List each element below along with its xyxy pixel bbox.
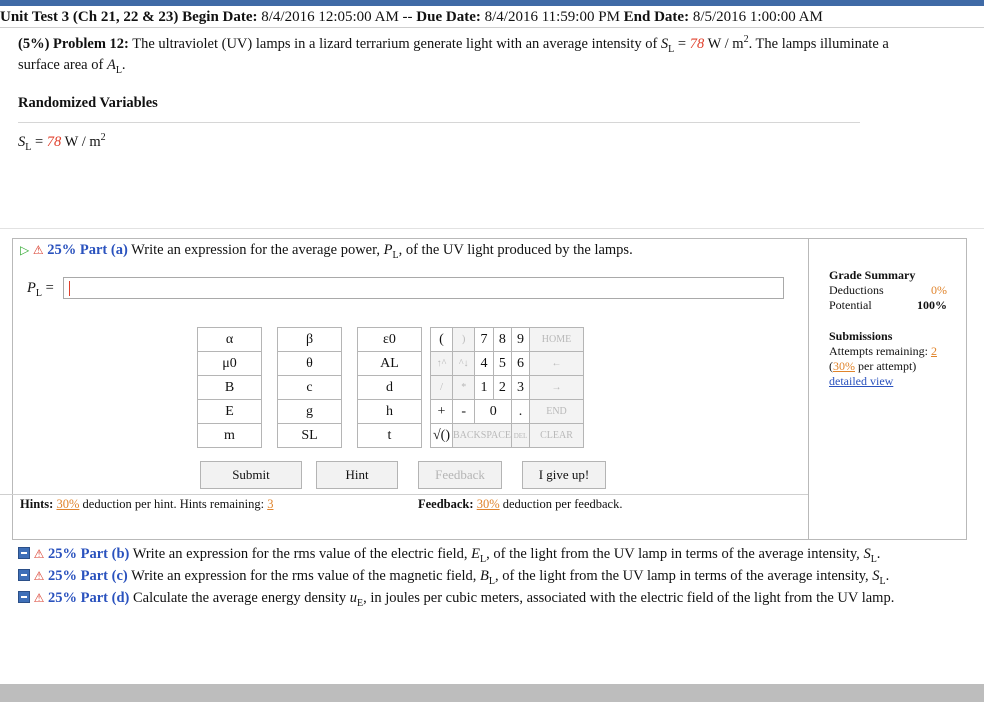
key-end[interactable]: END xyxy=(529,399,584,424)
divider xyxy=(0,494,808,495)
part-a-header: ▷ ⚠ 25% Part (a) Write an expression for… xyxy=(20,242,633,261)
key-5[interactable]: 5 xyxy=(492,351,513,376)
part-a-label: 25% Part (a) xyxy=(47,242,128,258)
key-mu0[interactable]: μ0 xyxy=(197,351,262,376)
begin-date: 8/4/2016 12:05:00 AM xyxy=(261,9,399,25)
key-plus[interactable]: + xyxy=(430,399,453,424)
hint-button[interactable]: Hint xyxy=(316,461,398,489)
attempts-remaining: 2 xyxy=(930,344,937,358)
hints-remaining: 3 xyxy=(267,497,274,511)
hints-info: Hints: 30% deduction per hint. Hints rem… xyxy=(20,497,274,511)
key-c[interactable]: c xyxy=(277,375,342,400)
key-open-paren[interactable]: ( xyxy=(430,327,453,352)
key-multiply[interactable]: * xyxy=(451,375,476,400)
warning-icon: ⚠ xyxy=(33,591,45,605)
key-8[interactable]: 8 xyxy=(492,327,513,352)
key-e[interactable]: E xyxy=(197,399,262,424)
key-minus[interactable]: - xyxy=(451,399,476,424)
warning-icon: ⚠ xyxy=(33,547,45,561)
key-d[interactable]: d xyxy=(357,375,422,400)
detailed-view-link[interactable]: detailed view xyxy=(829,374,893,388)
grade-summary-title: Grade Summary xyxy=(829,268,916,282)
key-divide[interactable]: / xyxy=(430,375,453,400)
warning-icon: ⚠ xyxy=(33,569,45,583)
key-close-paren[interactable]: ) xyxy=(451,327,476,352)
key-7[interactable]: 7 xyxy=(474,327,494,352)
part-c-row[interactable]: ⚠ 25% Part (c) Write an expression for t… xyxy=(18,565,968,587)
other-parts: ⚠ 25% Part (b) Write an expression for t… xyxy=(18,543,968,609)
key-g[interactable]: g xyxy=(277,399,342,424)
key-2[interactable]: 2 xyxy=(492,375,513,400)
feedback-info: Feedback: 30% deduction per feedback. xyxy=(418,497,623,511)
key-sqrt[interactable]: √() xyxy=(430,423,453,448)
key-subscript[interactable]: ^↓ xyxy=(451,351,476,376)
key-h[interactable]: h xyxy=(357,399,422,424)
key-1[interactable]: 1 xyxy=(474,375,494,400)
key-sl[interactable]: SL xyxy=(277,423,342,448)
divider xyxy=(18,122,860,123)
part-c-label: 25% Part (c) xyxy=(48,568,128,584)
panel-divider xyxy=(808,238,809,540)
answer-label: PL = xyxy=(27,280,54,299)
key-beta[interactable]: β xyxy=(277,327,342,352)
end-date: 8/5/2016 1:00:00 AM xyxy=(692,9,823,25)
footer-bar xyxy=(0,684,984,702)
key-6[interactable]: 6 xyxy=(511,351,530,376)
randomized-variable: SL = 78 W / m2 xyxy=(18,132,106,153)
expand-icon[interactable] xyxy=(18,591,30,603)
part-d-label: 25% Part (d) xyxy=(48,590,130,606)
problem-statement: (5%) Problem 12: The ultraviolet (UV) la… xyxy=(18,34,889,76)
key-decimal[interactable]: . xyxy=(511,399,530,424)
numeric-keypad: ( ) 7 8 9 HOME ↑^ ^↓ 4 5 6 ← / * 1 2 3 →… xyxy=(430,327,584,448)
answer-input[interactable] xyxy=(63,277,784,299)
key-left-arrow[interactable]: ← xyxy=(529,351,584,376)
key-3[interactable]: 3 xyxy=(511,375,530,400)
play-icon[interactable]: ▷ xyxy=(20,243,29,257)
key-clear[interactable]: CLEAR xyxy=(529,423,584,448)
expand-icon[interactable] xyxy=(18,547,30,559)
test-header: Unit Test 3 (Ch 21, 22 & 23) Begin Date:… xyxy=(0,6,984,28)
randomized-variables-title: Randomized Variables xyxy=(18,95,158,111)
key-al[interactable]: AL xyxy=(357,351,422,376)
key-t[interactable]: t xyxy=(357,423,422,448)
key-del[interactable]: DEL xyxy=(511,423,530,448)
key-m[interactable]: m xyxy=(197,423,262,448)
intensity-value: 78 xyxy=(689,36,705,52)
key-alpha[interactable]: α xyxy=(197,327,262,352)
key-superscript[interactable]: ↑^ xyxy=(430,351,453,376)
key-theta[interactable]: θ xyxy=(277,351,342,376)
test-title: Unit Test 3 (Ch 21, 22 & 23) xyxy=(0,9,179,25)
part-b-label: 25% Part (b) xyxy=(48,546,130,562)
submit-button[interactable]: Submit xyxy=(200,461,302,489)
key-backspace[interactable]: BACKSPACE xyxy=(452,423,512,448)
text-cursor xyxy=(69,281,70,296)
due-date: 8/4/2016 11:59:00 PM xyxy=(484,9,620,25)
problem-number: (5%) Problem 12: xyxy=(18,36,129,52)
symbol-keypad: α β ε0 μ0 θ AL B c d E g h m SL t xyxy=(197,327,422,448)
feedback-button[interactable]: Feedback xyxy=(418,461,502,489)
part-d-row[interactable]: ⚠ 25% Part (d) Calculate the average ene… xyxy=(18,587,968,609)
part-b-row[interactable]: ⚠ 25% Part (b) Write an expression for t… xyxy=(18,543,968,565)
give-up-button[interactable]: I give up! xyxy=(522,461,606,489)
key-9[interactable]: 9 xyxy=(511,327,530,352)
key-b[interactable]: B xyxy=(197,375,262,400)
deductions-value: 0% xyxy=(931,283,947,297)
key-home[interactable]: HOME xyxy=(529,327,584,352)
key-right-arrow[interactable]: → xyxy=(529,375,584,400)
grade-summary: Grade Summary Deductions 0% Potential 100%… xyxy=(829,268,947,388)
key-epsilon0[interactable]: ε0 xyxy=(357,327,422,352)
key-4[interactable]: 4 xyxy=(474,351,494,376)
expand-icon[interactable] xyxy=(18,569,30,581)
key-0[interactable]: 0 xyxy=(474,399,512,424)
potential-value: 100% xyxy=(917,298,947,312)
warning-icon: ⚠ xyxy=(32,243,44,257)
divider xyxy=(0,228,984,229)
submissions-title: Submissions xyxy=(829,329,893,343)
